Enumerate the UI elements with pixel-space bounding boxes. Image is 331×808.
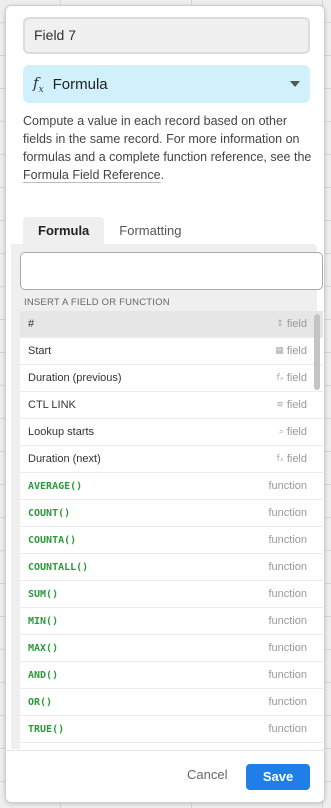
item-name: COUNTA() <box>28 534 77 546</box>
field-list-item[interactable]: Start ▦ field <box>20 338 323 365</box>
list-scrollbar[interactable] <box>314 314 320 390</box>
tab-formula[interactable]: Formula <box>23 217 105 245</box>
formula-editor-area: INSERT A FIELD OR FUNCTION # ↕ field Start ▦… <box>11 244 323 749</box>
calendar-icon: ▦ <box>275 346 284 356</box>
tab-formatting[interactable]: Formatting <box>104 217 196 245</box>
item-name: COUNT() <box>28 507 71 519</box>
item-kind-label: function <box>268 615 307 627</box>
item-name: Start <box>28 345 52 357</box>
link-icon: ≡ <box>276 400 284 410</box>
save-button[interactable]: Save <box>246 764 310 790</box>
field-name-input[interactable]: Field 7 <box>23 17 310 54</box>
item-name: MAX() <box>28 642 59 654</box>
function-list-item[interactable]: AVERAGE() function <box>20 473 323 500</box>
formula-icon: fₓ <box>276 454 284 464</box>
function-list-item[interactable]: OR() function <box>20 689 323 716</box>
formula-fx-icon: fx <box>33 73 44 95</box>
item-kind-label: function <box>268 561 307 573</box>
field-type-label: Formula <box>52 75 108 93</box>
formula-input[interactable] <box>20 252 323 290</box>
item-kind-label: function <box>268 534 307 546</box>
item-kind: ▦ field <box>275 345 307 357</box>
item-name: TRUE() <box>28 723 65 735</box>
field-description: Compute a value in each record based on … <box>23 112 313 184</box>
item-name: AND() <box>28 669 59 681</box>
item-kind: function <box>268 723 307 735</box>
item-kind-label: function <box>268 696 307 708</box>
item-kind: fₓ field <box>277 453 307 465</box>
item-name: SUM() <box>28 588 59 600</box>
formula-icon: fₓ <box>276 373 284 383</box>
item-kind-label: field <box>286 372 307 384</box>
item-kind-label: field <box>286 426 307 438</box>
field-editor-panel: Field 7 fx Formula Compute a value in ea… <box>5 5 326 804</box>
lookup-icon: ⌕ <box>278 427 284 437</box>
item-kind: function <box>268 669 307 681</box>
item-kind-label: field <box>286 345 307 357</box>
function-list-item[interactable]: COUNT() function <box>20 500 323 527</box>
item-kind: function <box>268 534 307 546</box>
item-kind: function <box>268 507 307 519</box>
function-list-item[interactable]: MIN() function <box>20 608 323 635</box>
function-list-item[interactable]: MAX() function <box>20 635 323 662</box>
item-kind: function <box>268 615 307 627</box>
item-kind: function <box>268 696 307 708</box>
dialog-footer: Cancel Save <box>6 750 326 804</box>
item-kind-label: field <box>286 453 307 465</box>
item-name: Duration (previous) <box>28 372 122 384</box>
formula-reference-link[interactable]: Formula Field Reference <box>23 168 161 183</box>
item-kind-label: function <box>268 588 307 600</box>
item-kind-label: field <box>286 318 307 330</box>
description-suffix: . <box>160 168 165 182</box>
item-kind: function <box>268 561 307 573</box>
item-name: # <box>28 318 35 330</box>
item-kind-label: function <box>268 723 307 735</box>
description-text: Compute a value in each record based on … <box>23 114 312 164</box>
item-kind: function <box>268 588 307 600</box>
editor-tabs: Formula Formatting <box>23 217 196 245</box>
item-kind-label: function <box>268 669 307 681</box>
function-list-item[interactable]: SUM() function <box>20 581 323 608</box>
item-kind: ≡ field <box>276 399 307 411</box>
item-kind-label: field <box>286 399 307 411</box>
item-name: Duration (next) <box>28 453 101 465</box>
cancel-button[interactable]: Cancel <box>187 767 227 782</box>
item-kind: function <box>268 642 307 654</box>
function-list-item[interactable]: TRUE() function <box>20 716 323 743</box>
function-list-item[interactable]: COUNTALL() function <box>20 554 323 581</box>
function-list-item[interactable]: FALSE()function <box>20 743 323 749</box>
chevron-down-icon <box>290 81 300 87</box>
function-list-item[interactable]: COUNTA() function <box>20 527 323 554</box>
field-list-item[interactable]: Duration (next) fₓ field <box>20 446 323 473</box>
field-list-item[interactable]: Lookup starts ⌕ field <box>20 419 323 446</box>
item-kind: fₓ field <box>277 372 307 384</box>
field-list-item[interactable]: # ↕ field <box>20 311 323 338</box>
item-kind: ↕ field <box>276 318 307 330</box>
item-name: COUNTALL() <box>28 561 89 573</box>
item-name: AVERAGE() <box>28 480 83 492</box>
item-kind-label: function <box>268 480 307 492</box>
field-list-item[interactable]: Duration (previous) fₓ field <box>20 365 323 392</box>
item-name: Lookup starts <box>28 426 95 438</box>
autonumber-icon: ↕ <box>276 319 284 329</box>
field-list-item[interactable]: CTL LINK ≡ field <box>20 392 323 419</box>
insert-section-label: INSERT A FIELD OR FUNCTION <box>24 297 170 308</box>
item-name: OR() <box>28 696 53 708</box>
function-list-item[interactable]: AND() function <box>20 662 323 689</box>
item-kind-label: function <box>268 507 307 519</box>
field-type-select[interactable]: fx Formula <box>23 65 310 103</box>
item-name: MIN() <box>28 615 59 627</box>
item-name: CTL LINK <box>28 399 76 411</box>
item-kind: ⌕ field <box>279 426 307 438</box>
item-kind-label: function <box>268 642 307 654</box>
field-function-list: # ↕ field Start ▦ field Duration (previous) fₓ f… <box>20 311 323 749</box>
item-kind: function <box>268 480 307 492</box>
